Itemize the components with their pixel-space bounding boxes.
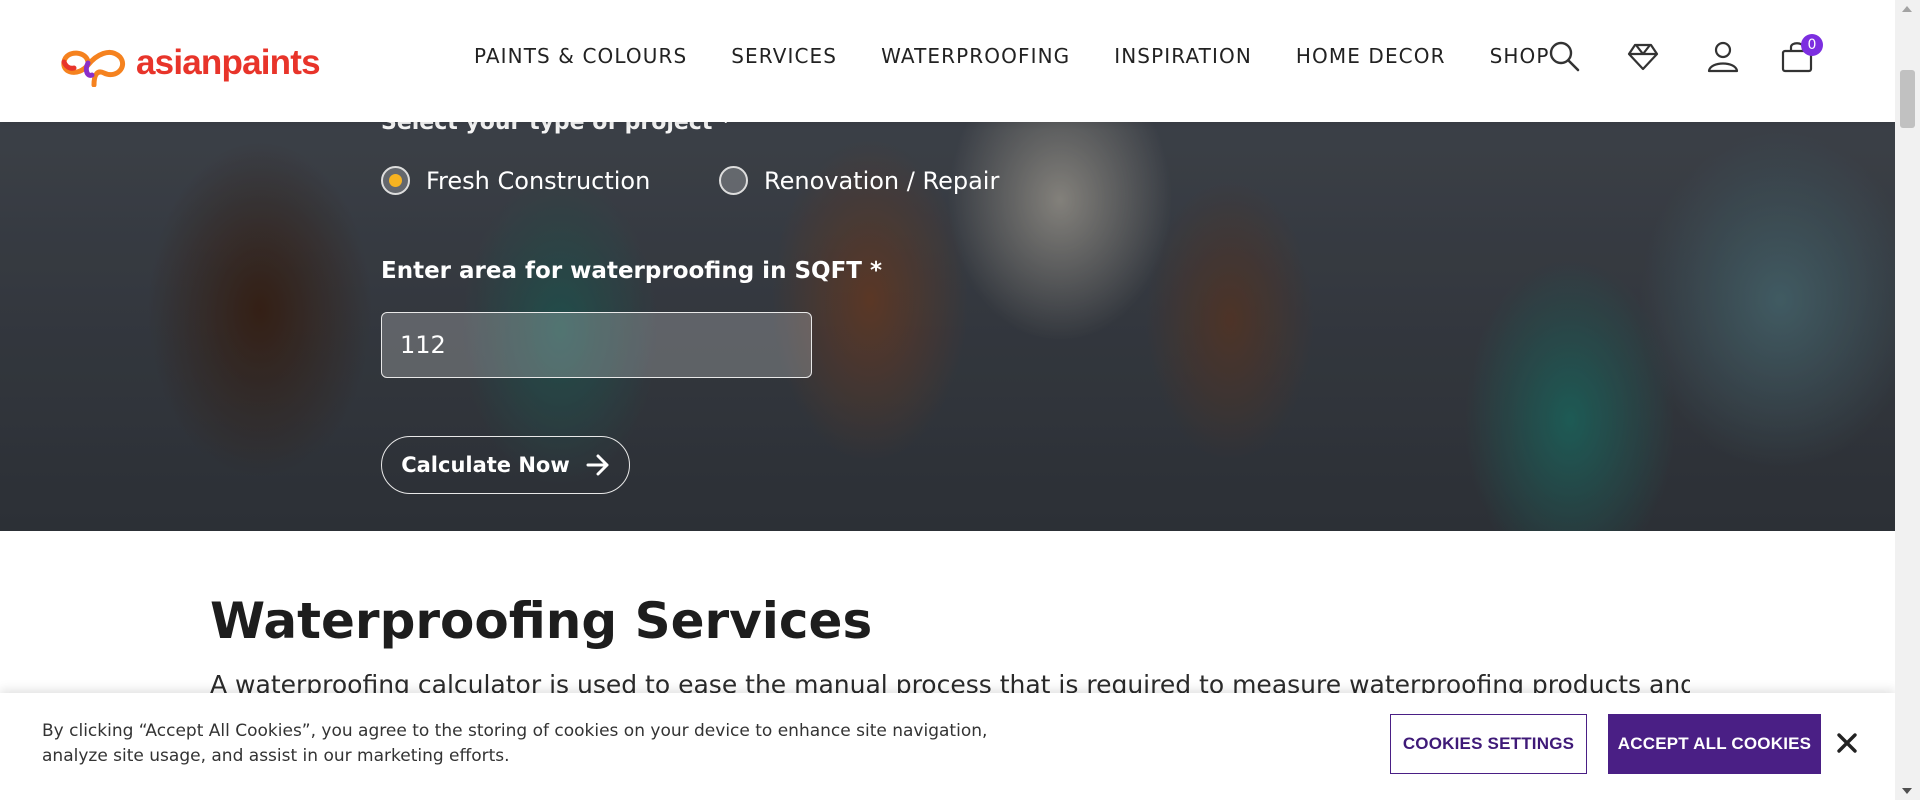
- page-scrollbar[interactable]: [1895, 0, 1920, 800]
- nav-waterproofing[interactable]: WATERPROOFING: [881, 44, 1070, 68]
- nav-shop[interactable]: SHOP: [1490, 44, 1550, 68]
- cart-button[interactable]: 0: [1779, 34, 1823, 74]
- services-heading: Waterproofing Services: [210, 592, 873, 650]
- scroll-up-arrow[interactable]: [1902, 6, 1912, 12]
- arrow-right-icon: [586, 454, 609, 476]
- main-navigation: PAINTS & COLOURS SERVICES WATERPROOFING …: [474, 44, 1594, 68]
- cart-count-badge: 0: [1801, 34, 1823, 56]
- asianpaints-logo[interactable]: asianpaints: [58, 34, 321, 90]
- nav-paints-colours[interactable]: PAINTS & COLOURS: [474, 44, 687, 68]
- calculate-now-label: Calculate Now: [401, 453, 570, 477]
- scroll-down-arrow[interactable]: [1902, 788, 1912, 794]
- radio-renovation-repair[interactable]: Renovation / Repair: [719, 166, 999, 195]
- wishlist-heart-icon[interactable]: [1625, 38, 1661, 74]
- radio-label-renovation-repair: Renovation / Repair: [764, 166, 1000, 195]
- calculate-now-button[interactable]: Calculate Now: [381, 436, 630, 494]
- nav-services[interactable]: SERVICES: [731, 44, 837, 68]
- user-account-icon[interactable]: [1705, 38, 1741, 74]
- search-icon[interactable]: [1546, 38, 1582, 74]
- accept-all-cookies-button[interactable]: ACCEPT ALL COOKIES: [1608, 714, 1821, 774]
- asianpaints-logo-mark: [61, 50, 126, 87]
- radio-fresh-construction[interactable]: Fresh Construction: [381, 166, 650, 195]
- site-header: asianpaints PAINTS & COLOURS SERVICES WA…: [0, 0, 1895, 122]
- nav-home-decor[interactable]: HOME DECOR: [1296, 44, 1446, 68]
- nav-inspiration[interactable]: INSPIRATION: [1114, 44, 1252, 68]
- radio-label-fresh-construction: Fresh Construction: [426, 166, 651, 195]
- radio-button-checked[interactable]: [381, 166, 410, 195]
- cookie-consent-text: By clicking “Accept All Cookies”, you ag…: [42, 721, 988, 766]
- area-sqft-input[interactable]: [381, 312, 812, 378]
- logo-wordmark: asianpaints: [136, 42, 321, 82]
- cookie-consent-banner: By clicking “Accept All Cookies”, you ag…: [0, 693, 1895, 800]
- scrollbar-thumb[interactable]: [1900, 70, 1915, 128]
- area-input-label: Enter area for waterproofing in SQFT *: [381, 258, 883, 284]
- radio-button-unchecked[interactable]: [719, 166, 748, 195]
- close-icon[interactable]: [1836, 732, 1858, 754]
- cookies-settings-button[interactable]: COOKIES SETTINGS: [1390, 714, 1587, 774]
